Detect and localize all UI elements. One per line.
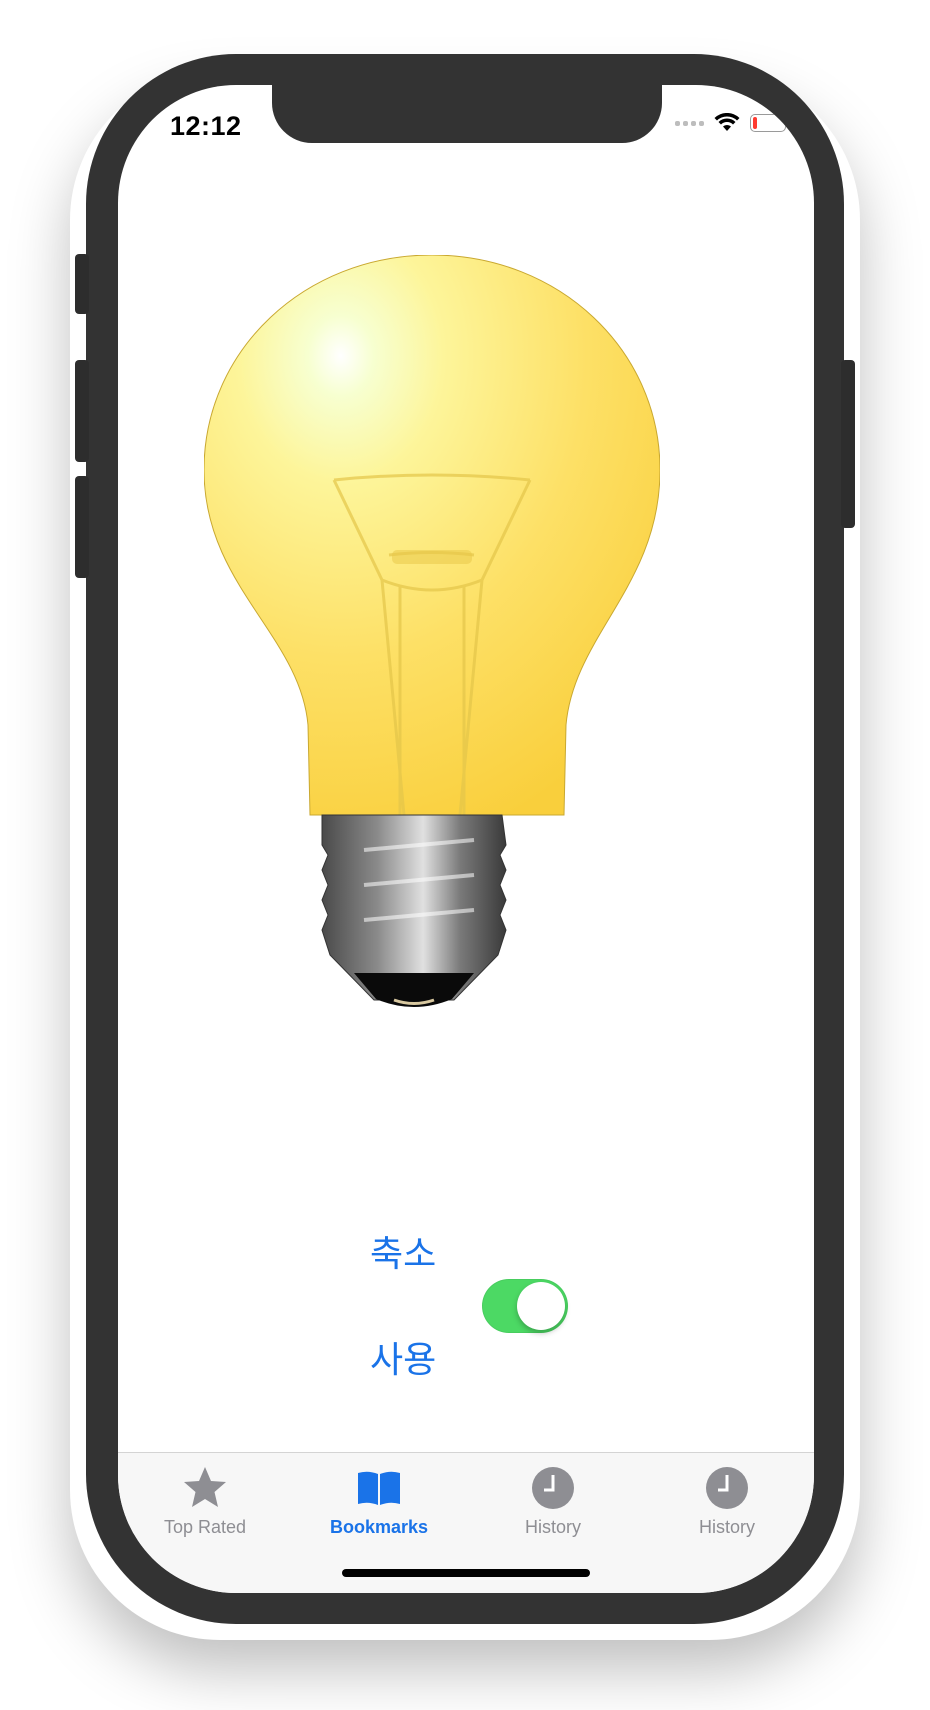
tab-label: Bookmarks: [329, 1517, 429, 1537]
tab-label: History: [524, 1517, 581, 1537]
tab-top-rated[interactable]: Top Rated: [118, 1463, 292, 1538]
clock-icon: [532, 1467, 574, 1509]
screen: 12:12 축소 사용 Top Rated Bookmarks History …: [118, 85, 814, 1593]
tab-bookmarks[interactable]: Bookmarks: [292, 1463, 466, 1538]
volume-down-button: [75, 476, 89, 578]
light-bulb-image: [204, 255, 660, 1007]
light-toggle-switch[interactable]: [482, 1279, 568, 1333]
shrink-label: 축소: [370, 1234, 437, 1275]
use-label: 사용: [370, 1340, 437, 1381]
tab-history-2[interactable]: History: [640, 1463, 814, 1538]
tab-label: History: [698, 1517, 755, 1537]
toggle-knob: [517, 1282, 565, 1330]
notch: [272, 85, 662, 143]
tab-history[interactable]: History: [466, 1463, 640, 1538]
status-time: 12:12: [170, 111, 242, 141]
book-icon: [358, 1471, 400, 1505]
home-indicator: [342, 1569, 590, 1577]
tab-label: Top Rated: [163, 1517, 247, 1537]
status-icons: [675, 113, 790, 133]
star-icon: [184, 1467, 226, 1507]
mute-switch: [75, 254, 89, 314]
wifi-icon: [714, 113, 740, 131]
battery-icon: [750, 114, 790, 132]
cellular-signal-icon: [675, 120, 704, 126]
phone-frame: 12:12 축소 사용 Top Rated Bookmarks History …: [75, 54, 855, 1624]
clock-icon: [706, 1467, 748, 1509]
power-button: [841, 360, 855, 528]
controls-area: 축소 사용: [118, 1225, 814, 1385]
volume-up-button: [75, 360, 89, 462]
